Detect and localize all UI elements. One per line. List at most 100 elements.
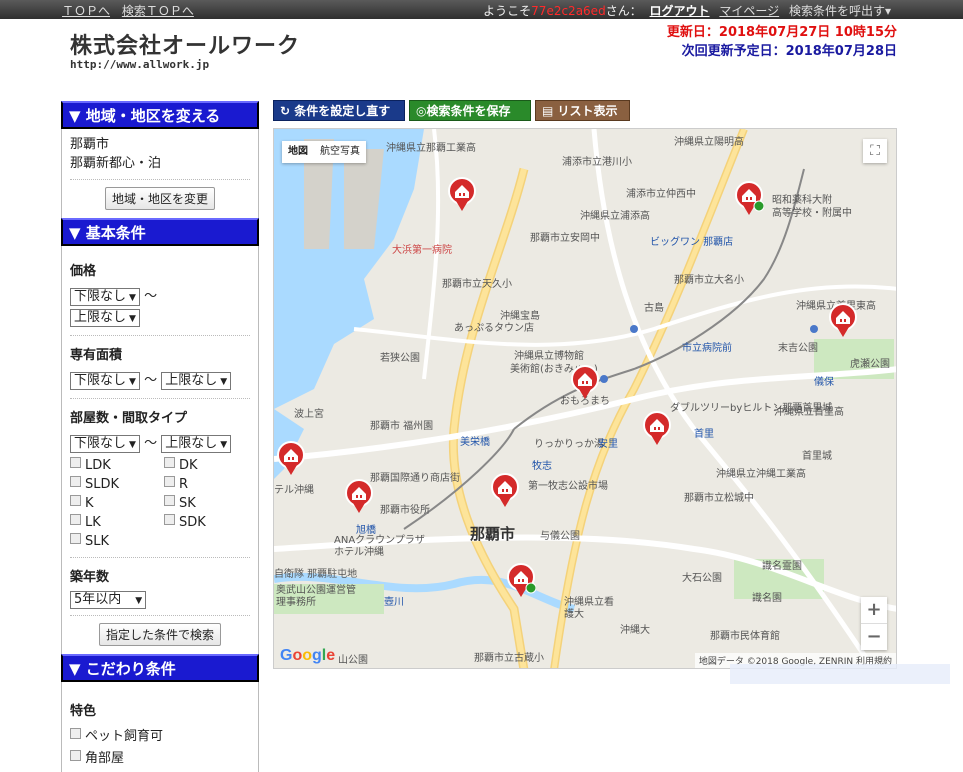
map-label: 山公園 — [338, 655, 368, 666]
price-label: 価格 — [70, 264, 97, 279]
fullscreen-icon[interactable]: ⛶ — [863, 139, 887, 163]
chevron-down-icon: ▼ — [220, 440, 228, 450]
next-update-date: 次回更新予定日：2018年07月28日 — [681, 44, 897, 59]
age-label: 築年数 — [70, 570, 110, 585]
map-label: 識名園 — [752, 593, 782, 604]
map-label: 沖縄県立浦添高 — [580, 211, 650, 222]
google-logo[interactable]: Google — [280, 647, 335, 665]
map-label: 与儀公園 — [540, 531, 580, 542]
property-pin[interactable] — [490, 473, 520, 507]
basic-section-title[interactable]: ▼ 基本条件 — [61, 218, 259, 246]
call-conditions-menu[interactable]: 検索条件を呼出す▾ — [789, 4, 891, 18]
layout-checkbox-sk[interactable]: SK — [164, 495, 258, 511]
map-label: りっかりっか湯 — [534, 439, 604, 450]
feature-checkbox-corner[interactable]: 角部屋 — [70, 750, 124, 766]
age-select[interactable]: 5年以内 ▼ — [70, 591, 147, 609]
property-pin[interactable] — [642, 411, 672, 445]
area-size-label: 専有面積 — [70, 348, 123, 363]
chevron-down-icon: ▼ — [135, 596, 143, 606]
property-pin[interactable] — [734, 181, 764, 215]
property-pin[interactable] — [344, 479, 374, 513]
basic-section-body: 価格 下限なし ▼ ～ 上限なし ▼ 専有面積 下限なし ▼ ～ 上限なし ▼ 部屋数・… — [61, 246, 259, 654]
map-label: 自衛隊 那覇駐屯地 — [274, 569, 358, 580]
map-label: 旭橋 — [356, 525, 376, 536]
map-type-satellite[interactable]: 航空写真 — [314, 141, 366, 163]
property-pin[interactable] — [506, 563, 536, 597]
search-top-link[interactable]: 検索ＴＯＰへ — [122, 4, 194, 18]
layout-checkbox-ldk[interactable]: LDK — [70, 457, 164, 473]
zoom-in-button[interactable]: + — [861, 597, 887, 623]
map-label: 沖縄県立看護大 — [564, 597, 614, 620]
map-label: 首里 — [694, 429, 714, 440]
property-pin[interactable] — [570, 365, 600, 399]
logout-link[interactable]: ログアウト — [650, 4, 710, 18]
map-label: 那覇市立松城中 — [684, 493, 754, 504]
search-with-conditions-button[interactable]: 指定した条件で検索 — [98, 623, 221, 646]
map-label-naha: 那覇市 — [470, 525, 516, 543]
map-label: 那覇市立安岡中 — [530, 233, 600, 244]
layout-checkbox-sdk[interactable]: SDK — [164, 514, 258, 530]
list-view-button[interactable]: ▤ リスト表示 — [535, 100, 630, 121]
reset-conditions-button[interactable]: ↻ 条件を設定し直す — [273, 100, 405, 121]
map-label: あっぷるタウン店 — [454, 323, 534, 334]
map-label: 古島 — [644, 303, 664, 314]
map-label: テル沖縄 — [274, 485, 314, 496]
property-pin[interactable] — [276, 441, 306, 475]
property-pin[interactable] — [447, 177, 477, 211]
rooms-max-select[interactable]: 上限なし ▼ — [161, 435, 232, 453]
layout-checkbox-r[interactable]: R — [164, 476, 258, 492]
mypage-link[interactable]: マイページ — [719, 4, 779, 18]
company-logo[interactable]: 株式会社オールワーク — [70, 28, 300, 60]
layout-checkbox-lk[interactable]: LK — [70, 514, 164, 530]
map-type-control: 地図 航空写真 — [282, 141, 366, 163]
map-label: ANAクラウンプラザホテル沖縄 — [334, 535, 425, 558]
chevron-down-icon: ▼ — [129, 314, 136, 324]
map-label: 大浜第一病院 — [392, 245, 452, 256]
price-max-select[interactable]: 上限なし ▼ — [70, 309, 140, 327]
map-label: 沖縄県立那覇工業高 — [386, 143, 476, 154]
user-id: 77e2c2a6ed — [531, 4, 606, 18]
map-label: 末吉公園 — [778, 343, 818, 354]
property-pin[interactable] — [828, 303, 858, 337]
map-label: 市立病院前 — [682, 343, 732, 354]
area-min-select[interactable]: 下限なし ▼ — [70, 372, 140, 390]
map-label: 那覇市立古蔵小 — [474, 653, 544, 664]
map-label: 安里 — [598, 439, 618, 450]
area-district: 那覇新都心・泊 — [70, 156, 162, 171]
map-label: 波上宮 — [294, 409, 324, 420]
price-min-select[interactable]: 下限なし ▼ — [70, 288, 140, 306]
map-label: 若狭公園 — [380, 353, 420, 364]
map-type-map[interactable]: 地図 — [282, 141, 314, 163]
layout-checkbox-dk[interactable]: DK — [164, 457, 258, 473]
feature-checkbox-pet[interactable]: ペット飼育可 — [70, 728, 163, 744]
map-label: 高等学校・附属中 — [772, 208, 852, 219]
map-label: 牧志 — [532, 461, 552, 472]
area-max-select[interactable]: 上限なし ▼ — [161, 372, 232, 390]
area-section-body: 那覇市 那覇新都心・泊 地域・地区を変更 — [61, 129, 259, 218]
area-section-title[interactable]: ▼ 地域・地区を変える — [61, 101, 259, 129]
updated-date: 更新日：2018年07月27日 10時15分 — [666, 25, 897, 40]
save-conditions-button[interactable]: ◎検索条件を保存 — [409, 100, 531, 121]
layout-checkboxes: LDK DK SLDK R K SK LK SDK SLK — [70, 457, 250, 549]
chevron-down-icon: ▼ — [129, 440, 136, 450]
zoom-out-button[interactable]: − — [861, 623, 887, 650]
layout-checkbox-k[interactable]: K — [70, 495, 164, 511]
layout-checkbox-sldk[interactable]: SLDK — [70, 476, 164, 492]
list-icon: ▤ — [542, 104, 558, 118]
map-label: 那覇市 福州園 — [370, 421, 434, 432]
map-label: 那覇国際通り商店街 — [370, 473, 460, 484]
top-link[interactable]: ＴＯＰへ — [62, 4, 110, 18]
feature-label: 特色 — [70, 704, 97, 719]
welcome-suffix: さん： — [605, 4, 642, 18]
change-area-button[interactable]: 地域・地区を変更 — [104, 187, 215, 210]
layout-checkbox-slk[interactable]: SLK — [70, 533, 164, 549]
rooms-min-select[interactable]: 下限なし ▼ — [70, 435, 140, 453]
map-label: 那覇市役所 — [380, 505, 430, 516]
map-label: 首里城 — [802, 451, 832, 462]
map-label: 美栄橋 — [460, 437, 490, 448]
rooms-label: 部屋数・間取タイプ — [70, 411, 188, 426]
kodawari-section-title[interactable]: ▼ こだわり条件 — [61, 654, 259, 682]
save-icon: ◎ — [416, 104, 427, 118]
property-map[interactable]: 地図 航空写真 ⛶ 沖縄県立那覇工業高 沖縄県立陽明高 浦添市立港川小 浦添市立… — [273, 128, 897, 669]
map-label: 識名霊園 — [762, 561, 802, 572]
